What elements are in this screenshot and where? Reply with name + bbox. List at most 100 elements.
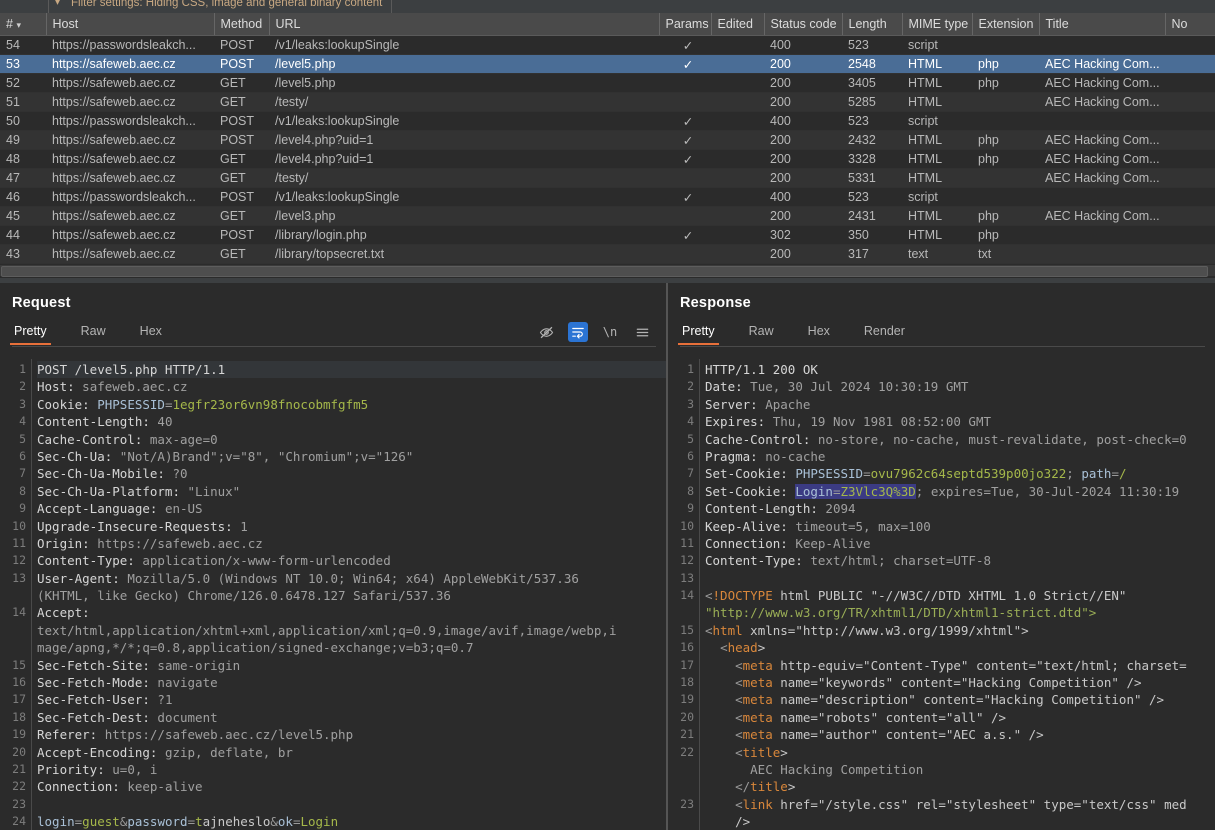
cell-host: https://safeweb.aec.cz: [46, 168, 214, 188]
table-row[interactable]: 47 https://safeweb.aec.cz GET/testy/200 533…: [0, 168, 1215, 188]
cell-ext: php: [972, 54, 1039, 74]
filter-settings-bar[interactable]: ▾ Filter settings: Hiding CSS, image and…: [0, 0, 1215, 14]
cell-status: 200: [764, 130, 842, 150]
table-row[interactable]: 53 https://safeweb.aec.cz POST/level5.php ✓…: [0, 54, 1215, 74]
filter-settings-pill[interactable]: ▾ Filter settings: Hiding CSS, image and…: [48, 0, 393, 13]
history-horizontal-scrollbar[interactable]: [0, 265, 1215, 277]
response-tabbar: Pretty Raw Hex Render: [668, 320, 1215, 347]
menu-icon[interactable]: [632, 322, 652, 342]
column-header-notes[interactable]: No: [1165, 13, 1215, 36]
table-row[interactable]: 44 https://safeweb.aec.cz POST/library/log…: [0, 225, 1215, 245]
column-header-host[interactable]: Host: [46, 13, 215, 36]
cell-notes: [1165, 149, 1215, 169]
word-wrap-icon[interactable]: [568, 322, 588, 342]
cell-edited: [711, 73, 764, 93]
selected-cookie-token[interactable]: Login=Z3Vlc3Q%3D: [795, 483, 916, 499]
column-header-status-code[interactable]: Status code: [764, 13, 843, 36]
code-line: Server: Apache: [705, 396, 811, 412]
cell-host: https://safeweb.aec.cz: [46, 54, 214, 74]
cell-title: [1039, 187, 1165, 207]
line-number: 13: [12, 570, 26, 585]
cell-url: /level4.php?uid=1: [269, 130, 659, 150]
cell-status: 400: [764, 35, 842, 55]
line-number: [668, 778, 699, 795]
code-line: Referer: https://safeweb.aec.cz/level5.p…: [37, 727, 354, 743]
code-line: User-Agent: Mozilla/5.0 (Windows NT 10.0…: [37, 570, 579, 586]
http-history-table[interactable]: # ▾ Host Method URL Params Edited Status…: [0, 13, 1215, 265]
column-header-url[interactable]: URL: [269, 13, 660, 36]
scrollbar-thumb[interactable]: [1, 266, 1208, 277]
line-number: 17: [12, 692, 26, 707]
cell-title: AEC Hacking Com...: [1039, 168, 1165, 188]
table-row[interactable]: 43 https://safeweb.aec.cz GET/library/tops…: [0, 244, 1215, 264]
cell-title: AEC Hacking Com...: [1039, 92, 1165, 112]
cell-edited: [711, 168, 764, 188]
line-number: 6: [19, 448, 26, 463]
tab-request-hex[interactable]: Hex: [138, 320, 176, 344]
cell-num: 50: [0, 111, 46, 131]
table-row[interactable]: 45 https://safeweb.aec.cz GET/level3.php 20…: [0, 206, 1215, 226]
column-header-edited[interactable]: Edited: [711, 13, 765, 36]
cell-title: AEC Hacking Com...: [1039, 73, 1165, 93]
code-line: Accept-Language: en-US: [37, 501, 203, 517]
request-editor[interactable]: 1 2 3 4 5 6 7 8 9 10 11 12 13 14 15 16 17 18 19 20 21 22 23 24 …: [0, 359, 666, 830]
cell-params: ✓: [659, 54, 711, 74]
column-header-title[interactable]: Title: [1039, 13, 1166, 36]
cell-mime: HTML: [902, 73, 972, 93]
cell-notes: [1165, 92, 1215, 112]
column-header-extension[interactable]: Extension: [972, 13, 1040, 36]
code-line: Cookie: PHPSESSID=1egfr23or6vn98fnocobmf…: [37, 396, 369, 412]
sort-chevron-down-icon[interactable]: ▾: [16, 20, 21, 30]
code-line: <link href="/style.css" rel="stylesheet"…: [735, 796, 1187, 812]
cell-ext: [972, 168, 1039, 188]
table-row[interactable]: 52 https://safeweb.aec.cz GET/level5.php 20…: [0, 73, 1215, 93]
table-row[interactable]: 46 https://passwordsleakch... POST/v1/leak…: [0, 187, 1215, 207]
cell-method: GET: [214, 168, 269, 188]
cell-title: AEC Hacking Com...: [1039, 54, 1165, 74]
response-tab-rule: [680, 346, 1205, 347]
request-message-body[interactable]: POST /level5.php HTTP/1.1 Host: safeweb.a…: [33, 359, 666, 830]
table-row[interactable]: 50 https://passwordsleakch... POST/v1/leak…: [0, 111, 1215, 131]
cell-length: 523: [842, 35, 902, 55]
cell-mime: script: [902, 35, 972, 55]
line-number: [668, 813, 699, 830]
request-panel: Request Pretty Raw Hex \n 1 2 3 4 5 6 7 …: [0, 283, 666, 830]
cell-ext: php: [972, 130, 1039, 150]
line-number: 6: [687, 448, 694, 463]
tab-response-pretty[interactable]: Pretty: [678, 320, 729, 345]
cell-params: ✓: [659, 187, 711, 207]
table-row[interactable]: 51 https://safeweb.aec.cz GET/testy/200 528…: [0, 92, 1215, 112]
cell-num: 48: [0, 149, 46, 169]
column-header-params[interactable]: Params: [659, 13, 712, 36]
tab-response-raw[interactable]: Raw: [747, 320, 788, 344]
code-line: Sec-Fetch-User: ?1: [37, 692, 173, 708]
eye-slash-icon[interactable]: [536, 322, 556, 342]
cell-mime: HTML: [902, 225, 972, 245]
column-header-mime-type[interactable]: MIME type: [902, 13, 973, 36]
cell-method: POST: [214, 111, 269, 131]
tab-response-hex[interactable]: Hex: [806, 320, 844, 344]
column-header-length[interactable]: Length: [842, 13, 903, 36]
cell-method: POST: [214, 225, 269, 245]
table-row[interactable]: 49 https://safeweb.aec.cz POST/level4.php?…: [0, 130, 1215, 150]
cell-length: 350: [842, 225, 902, 245]
cell-title: [1039, 35, 1165, 55]
cell-num: 52: [0, 73, 46, 93]
cell-params: [659, 168, 711, 188]
table-row[interactable]: 48 https://safeweb.aec.cz GET/level4.php?u…: [0, 149, 1215, 169]
code-line: AEC Hacking Competition: [705, 761, 924, 777]
column-header-method[interactable]: Method: [214, 13, 270, 36]
cell-url: /level4.php?uid=1: [269, 149, 659, 169]
show-newlines-icon[interactable]: \n: [600, 322, 620, 342]
column-header-num[interactable]: # ▾: [0, 13, 47, 36]
response-editor[interactable]: 123456789101112131415161718192021222324 …: [668, 359, 1215, 830]
tab-response-render[interactable]: Render: [862, 320, 919, 344]
vertical-splitter[interactable]: [666, 283, 668, 830]
cell-edited: [711, 149, 764, 169]
tab-request-raw[interactable]: Raw: [79, 320, 120, 344]
tab-request-pretty[interactable]: Pretty: [10, 320, 61, 345]
cell-status: 400: [764, 187, 842, 207]
response-message-body[interactable]: HTTP/1.1 200 OK Date: Tue, 30 Jul 2024 10…: [701, 359, 1215, 830]
table-row[interactable]: 54 https://passwordsleakch... POST/v1/leak…: [0, 35, 1215, 55]
